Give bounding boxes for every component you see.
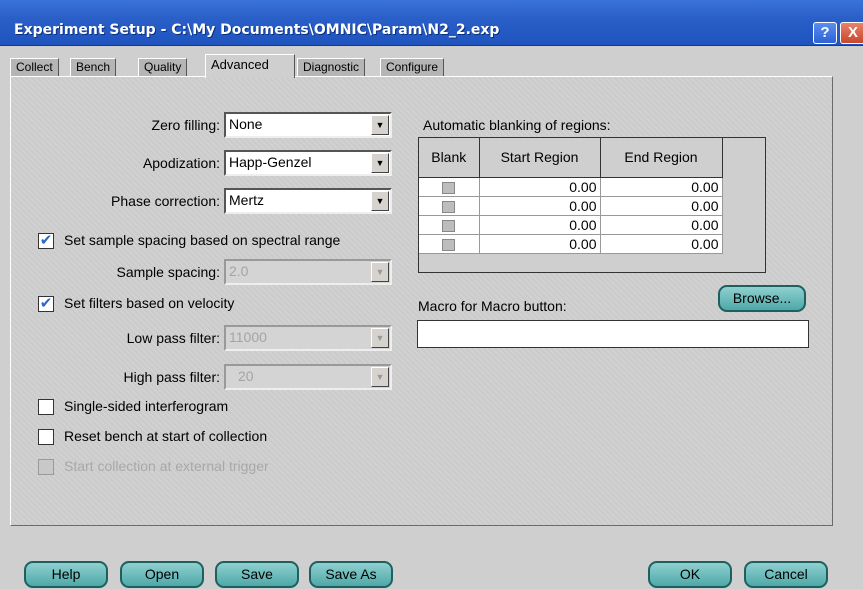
tab-collect[interactable]: Collect [10, 58, 59, 76]
cancel-button[interactable]: Cancel [744, 561, 828, 588]
low-pass-filter-label: Low pass filter: [126, 330, 220, 346]
blank-cell[interactable] [419, 215, 480, 235]
apodization-select[interactable]: Happ-Genzel ▼ [224, 150, 392, 176]
chevron-down-icon[interactable]: ▼ [371, 153, 389, 173]
low-pass-filter-value: 11000 [229, 329, 267, 345]
blank-cell[interactable] [419, 177, 480, 197]
close-button[interactable]: X [840, 22, 863, 44]
blank-checkbox[interactable] [442, 181, 456, 194]
table-row: 0.00 0.00 [419, 234, 723, 254]
sample-spacing-value: 2.0 [229, 263, 249, 279]
end-region-cell[interactable]: 0.00 [600, 196, 723, 216]
tab-advanced[interactable]: Advanced [205, 54, 295, 78]
blank-checkbox[interactable] [442, 238, 456, 251]
blank-checkbox[interactable] [442, 219, 456, 232]
table-row: 0.00 0.00 [419, 215, 723, 235]
low-pass-filter-select[interactable]: 11000 ▼ [224, 325, 392, 351]
table-row: 0.00 0.00 [419, 196, 723, 216]
zero-filling-value: None [229, 116, 263, 132]
chevron-down-icon[interactable]: ▼ [371, 367, 389, 387]
ok-button[interactable]: OK [648, 561, 732, 588]
help-title-button[interactable]: ? [813, 22, 837, 44]
phase-correction-label: Phase correction: [111, 193, 220, 209]
end-region-cell[interactable]: 0.00 [600, 234, 723, 254]
column-header-end-region: End Region [600, 138, 723, 178]
apodization-label: Apodization: [142, 155, 220, 171]
high-pass-filter-value: 20 [238, 368, 254, 384]
blank-cell[interactable] [419, 196, 480, 216]
reset-bench-checkbox[interactable] [38, 429, 54, 445]
table-row: 0.00 0.00 [419, 177, 723, 197]
experiment-setup-window: Experiment Setup - C:\My Documents\OMNIC… [0, 0, 863, 589]
start-region-cell[interactable]: 0.00 [479, 177, 601, 197]
column-header-blank: Blank [419, 138, 480, 178]
save-button[interactable]: Save [215, 561, 299, 588]
title-bar[interactable]: Experiment Setup - C:\My Documents\OMNIC… [0, 0, 863, 46]
end-region-cell[interactable]: 0.00 [600, 177, 723, 197]
chevron-down-icon[interactable]: ▼ [371, 191, 389, 211]
single-sided-checkbox-label: Single-sided interferogram [64, 398, 229, 414]
zero-filling-label: Zero filling: [151, 117, 220, 133]
filters-velocity-checkbox-label: Set filters based on velocity [64, 295, 235, 311]
high-pass-filter-select[interactable]: 20 ▼ [224, 364, 392, 390]
start-region-cell[interactable]: 0.00 [479, 196, 601, 216]
zero-filling-select[interactable]: None ▼ [224, 112, 392, 138]
apodization-value: Happ-Genzel [229, 154, 312, 170]
tab-configure[interactable]: Configure [380, 58, 445, 76]
external-trigger-checkbox-label: Start collection at external trigger [64, 458, 269, 474]
phase-correction-select[interactable]: Mertz ▼ [224, 188, 392, 214]
reset-bench-checkbox-label: Reset bench at start of collection [64, 428, 268, 444]
sample-spacing-select[interactable]: 2.0 ▼ [224, 259, 392, 285]
blank-checkbox[interactable] [442, 200, 456, 213]
tab-bench[interactable]: Bench [70, 58, 117, 76]
save-as-button[interactable]: Save As [309, 561, 393, 588]
sample-spacing-checkbox-label: Set sample spacing based on spectral ran… [64, 232, 341, 248]
external-trigger-checkbox[interactable] [38, 459, 54, 475]
filters-velocity-checkbox[interactable]: ✔ [38, 296, 54, 312]
end-region-cell[interactable]: 0.00 [600, 215, 723, 235]
help-button[interactable]: Help [24, 561, 108, 588]
high-pass-filter-label: High pass filter: [123, 369, 220, 385]
start-region-cell[interactable]: 0.00 [479, 234, 601, 254]
chevron-down-icon[interactable]: ▼ [371, 262, 389, 282]
blanking-regions-table: Blank Start Region End Region 0.00 0.00 … [418, 137, 766, 273]
browse-button[interactable]: Browse... [718, 285, 806, 312]
chevron-down-icon[interactable]: ▼ [371, 115, 389, 135]
open-button[interactable]: Open [120, 561, 204, 588]
tab-diagnostic[interactable]: Diagnostic [297, 58, 366, 76]
single-sided-checkbox[interactable] [38, 399, 54, 415]
start-region-cell[interactable]: 0.00 [479, 215, 601, 235]
sample-spacing-checkbox[interactable]: ✔ [38, 233, 54, 249]
window-title: Experiment Setup - C:\My Documents\OMNIC… [14, 22, 500, 38]
column-header-start-region: Start Region [479, 138, 601, 178]
macro-label: Macro for Macro button: [418, 298, 567, 314]
tab-quality[interactable]: Quality [138, 58, 188, 76]
chevron-down-icon[interactable]: ▼ [371, 328, 389, 348]
macro-input[interactable] [417, 320, 809, 348]
phase-correction-value: Mertz [229, 192, 264, 208]
sample-spacing-label: Sample spacing: [116, 264, 220, 280]
blanking-title: Automatic blanking of regions: [423, 117, 611, 133]
blank-cell[interactable] [419, 234, 480, 254]
regions-grid: Blank Start Region End Region 0.00 0.00 … [419, 138, 723, 254]
